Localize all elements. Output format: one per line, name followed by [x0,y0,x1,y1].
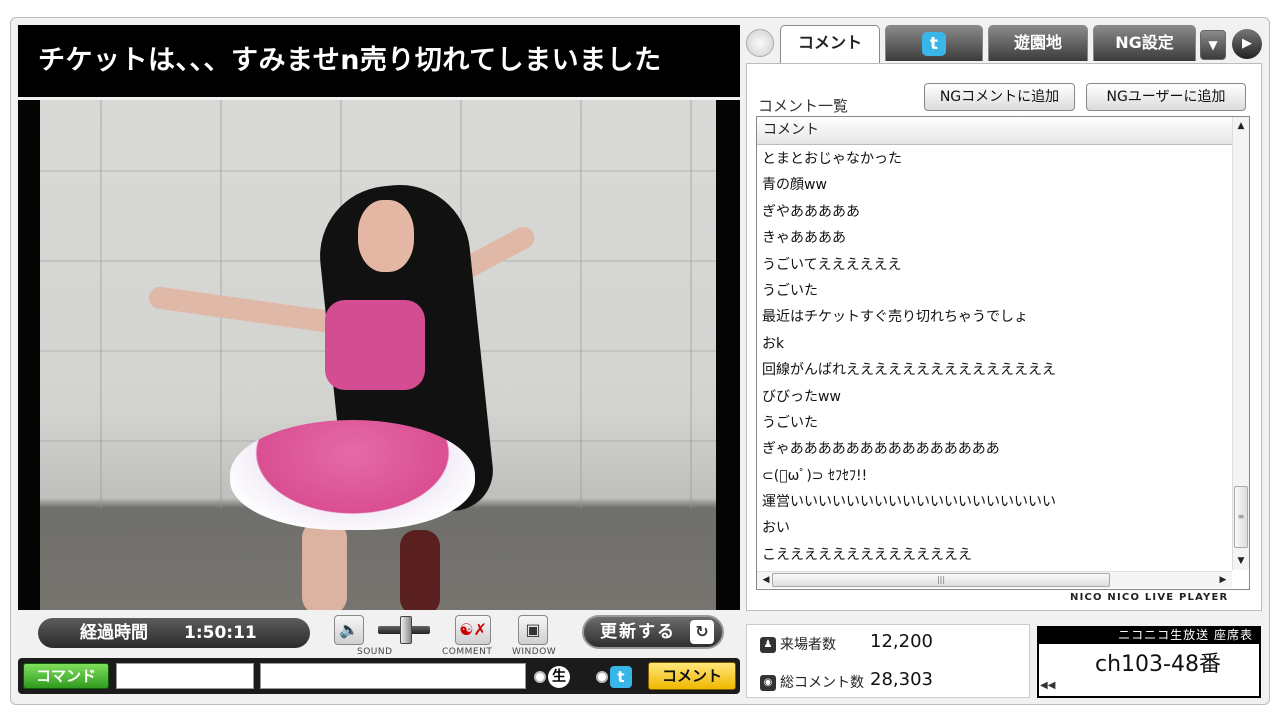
list-item[interactable]: きゃああああ [757,225,1232,251]
play-arrow-icon[interactable]: ▶ [1232,29,1262,59]
list-item[interactable]: おk [757,331,1232,357]
horizontal-scrollbar-thumb[interactable]: ||| [772,573,1110,587]
dancer-costume-skirt [230,420,475,530]
total-comments-value: 28,303 [870,669,933,690]
list-item[interactable]: こええええええええええええええ [757,542,1232,568]
scroll-right-icon[interactable]: ▶ [1215,572,1231,588]
scroll-down-icon[interactable]: ▼ [1233,553,1249,569]
visitors-icon: ♟ [760,637,776,653]
list-item[interactable]: うごいた [757,278,1232,304]
list-item[interactable]: 回線がんばれえええええええええええええええ [757,357,1232,383]
wall-line [580,100,582,508]
twitter-icon: t [922,31,946,56]
total-comments-label: 総コメント数 [780,675,864,691]
command-input[interactable] [116,663,254,689]
total-comments-stat: ◉ 総コメント数 28,303 [760,669,933,692]
video-player[interactable] [18,100,740,610]
list-item[interactable]: おい [757,515,1232,541]
add-ng-user-button[interactable]: NGユーザーに追加 [1086,83,1246,111]
add-ng-comment-button[interactable]: NGコメントに追加 [924,83,1075,111]
refresh-label: 更新する [600,622,676,642]
tab-twitter[interactable]: t [885,25,983,61]
comment-rows: とまとおじゃなかった 青の顔ww ぎやあああああ きゃああああ うごいてええええ… [757,146,1232,570]
post-target-live-radio[interactable]: 生 [534,666,582,688]
player-brand: NICO NICO LIVE PLAYER [1070,592,1229,603]
chevron-down-icon[interactable]: ▼ [1200,30,1226,60]
tab-label: 遊園地 [1013,33,1062,52]
speaker-icon[interactable]: 🔈 [334,615,364,645]
list-item[interactable]: うごいてええええええ [757,252,1232,278]
list-item[interactable]: ぎゃあああああああああああああああ [757,436,1232,462]
stream-title: チケットは、、、すみませn売り切れてしまいました [18,25,740,97]
radio-dot [596,671,608,683]
video-frame [40,100,716,610]
live-badge-icon: 生 [548,666,570,688]
scroll-up-icon[interactable]: ▲ [1233,118,1249,134]
tab-label: NG設定 [1115,33,1174,52]
volume-slider-handle[interactable] [400,616,412,644]
list-item[interactable]: 最近はチケットすぐ売り切れちゃうでしょ [757,304,1232,330]
wall-line [690,100,692,508]
sound-caption: SOUND [357,647,393,657]
visitors-value: 12,200 [870,631,933,652]
wall-line [100,100,102,508]
rewind-icon[interactable]: ◀◀ [1040,680,1055,691]
tab-comment[interactable]: コメント [780,25,880,65]
vertical-scrollbar-thumb[interactable]: ≡ [1234,486,1248,548]
dancer-leg [302,520,347,610]
refresh-button[interactable]: 更新する ↻ [582,615,724,649]
comment-list-title: コメント一覧 [758,97,849,115]
tab-label: コメント [797,33,862,52]
tab-ng-settings[interactable]: NG設定 [1093,25,1196,61]
tab-amusement-park[interactable]: 遊園地 [988,25,1088,61]
list-item[interactable]: 運営いいいいいいいいいいいいいいいいいいい [757,489,1232,515]
window-icon[interactable]: ▣ [518,615,548,645]
elapsed-value: 1:50:11 [184,623,257,643]
elapsed-label: 経過時間 [80,623,148,643]
list-item[interactable]: 青の顔ww [757,172,1232,198]
submit-comment-button[interactable]: コメント [648,662,736,690]
dancer-costume-top [325,300,425,390]
elapsed-time-display: 経過時間 1:50:11 [38,618,310,648]
list-item[interactable]: ぎやあああああ [757,199,1232,225]
list-item[interactable]: ⊂(ﾟωﾟ)⊃ ｾﾌｾﾌ!! [757,463,1232,489]
command-button[interactable]: コマンド [23,663,109,689]
column-header-comment[interactable]: コメント [757,117,1232,145]
visitors-label: 来場者数 [780,637,836,653]
comment-input[interactable] [260,663,526,689]
seat-header: ニコニコ生放送 座席表 [1037,626,1261,644]
wall-line [40,170,716,172]
seat-value: ch103-48番 [1095,652,1221,677]
twitter-icon: t [610,666,632,688]
comment-toggle-icon[interactable]: ☯✗ [455,615,491,645]
radio-dot [534,671,546,683]
dancer-face [358,200,414,272]
list-item[interactable]: うごいた [757,410,1232,436]
dancer-leg [400,530,440,610]
comment-bubble-icon: ◉ [760,675,776,691]
window-caption: WINDOW [512,647,557,657]
refresh-icon: ↻ [690,620,714,644]
list-item[interactable]: とまとおじゃなかった [757,146,1232,172]
post-target-twitter-radio[interactable]: t [596,666,642,688]
visitors-stat: ♟ 来場者数 12,200 [760,631,933,654]
comment-caption: COMMENT [442,647,493,657]
list-item[interactable]: びびったww [757,384,1232,410]
panel-toggle-button[interactable] [746,29,774,57]
